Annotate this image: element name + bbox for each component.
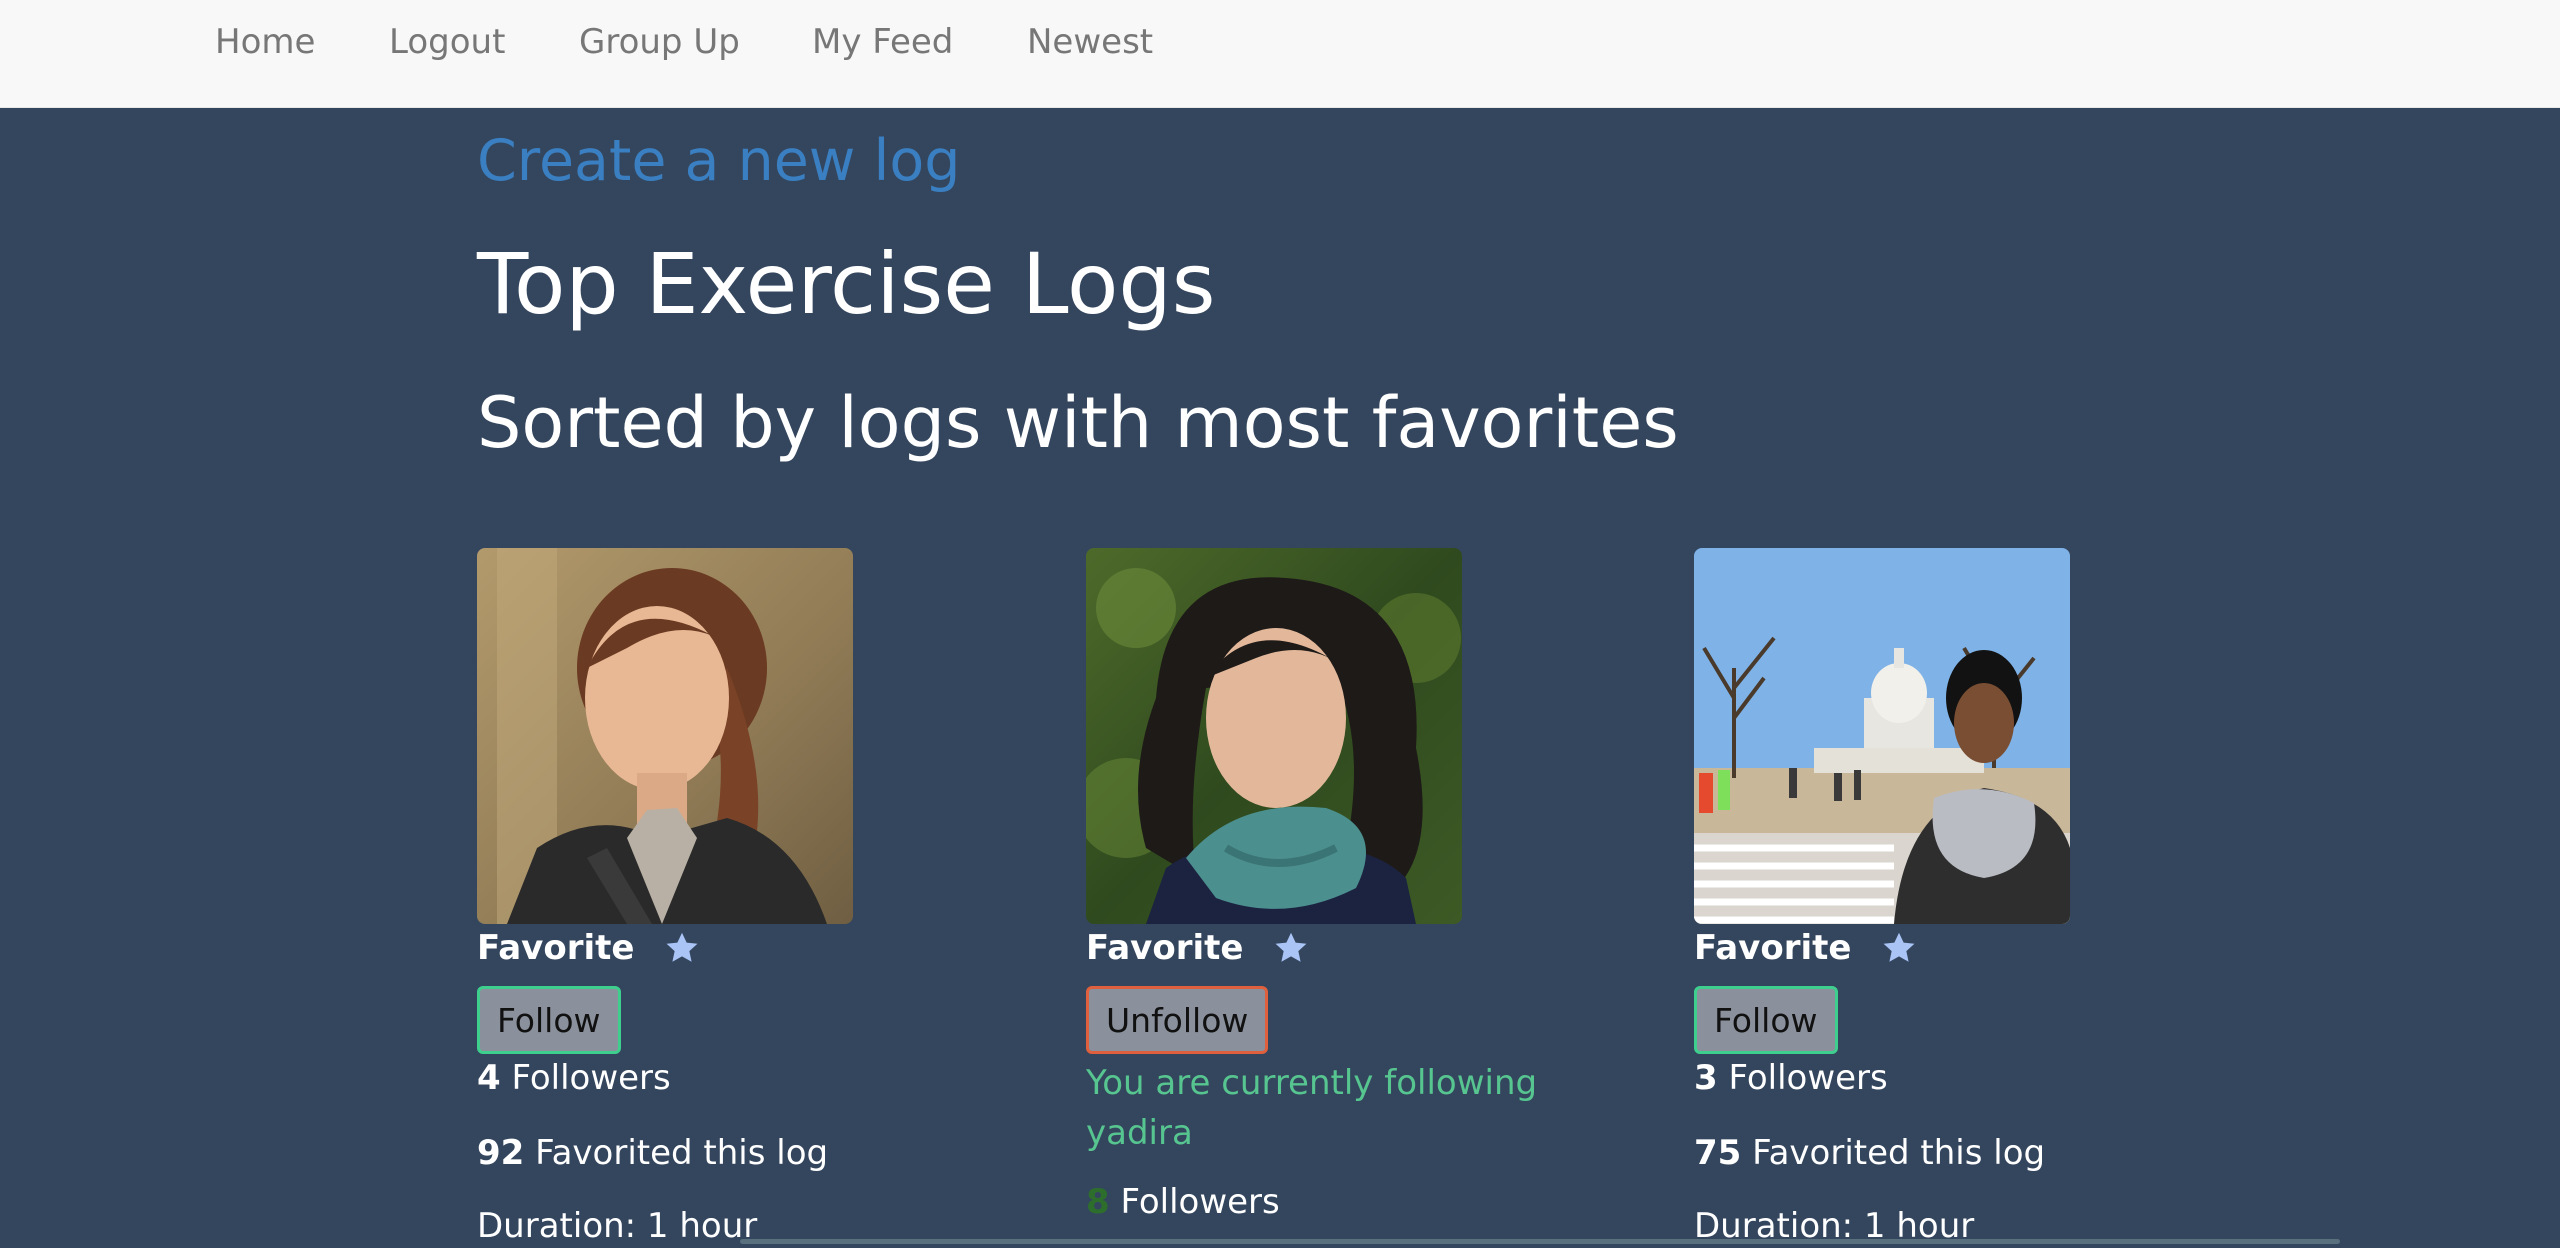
nav-home-link[interactable]: Home	[215, 22, 315, 62]
favorited-count: 75 Favorited this log	[1694, 1133, 2045, 1173]
user-photo	[1086, 548, 1462, 924]
favorited-label: Favorited this log	[535, 1133, 829, 1173]
page-subtitle: Sorted by logs with most favorites	[477, 382, 1679, 464]
favorite-label: Favorite	[477, 928, 635, 968]
favorite-row: Favorite	[1086, 928, 1309, 978]
favorite-label: Favorite	[1086, 928, 1244, 968]
horizontal-scrollbar[interactable]	[740, 1239, 2340, 1244]
following-status-message: You are currently following yadira	[1086, 1063, 1538, 1153]
top-navbar: Home Logout Group Up My Feed Newest	[0, 0, 2560, 108]
star-icon[interactable]	[664, 930, 700, 966]
favorited-number: 92	[477, 1133, 525, 1173]
log-card: Favorite Follow 3 Followers 75 Favorited…	[1694, 548, 2194, 1248]
favorite-row: Favorite	[477, 928, 700, 978]
followers-count: 3 Followers	[1694, 1058, 1888, 1098]
star-icon[interactable]	[1273, 930, 1309, 966]
follow-button[interactable]: Follow	[1694, 986, 1838, 1054]
followers-number: 3	[1694, 1058, 1718, 1098]
unfollow-button[interactable]: Unfollow	[1086, 986, 1269, 1054]
follow-button[interactable]: Follow	[477, 986, 621, 1054]
nav-newest-link[interactable]: Newest	[1027, 22, 1153, 62]
star-icon[interactable]	[1881, 930, 1917, 966]
favorited-count: 92 Favorited this log	[477, 1133, 828, 1173]
duration-text: Duration: 1 hour	[477, 1206, 758, 1246]
create-new-log-link[interactable]: Create a new log	[477, 128, 960, 194]
nav-logout-link[interactable]: Logout	[389, 22, 505, 62]
followers-label: Followers	[1728, 1058, 1888, 1098]
followers-number: 8	[1086, 1182, 1110, 1222]
user-photo	[1694, 548, 2070, 924]
log-card: Favorite Follow 4 Followers 92 Favorited…	[477, 548, 977, 1248]
favorite-label: Favorite	[1694, 928, 1852, 968]
followers-label: Followers	[1120, 1182, 1280, 1222]
log-card: Favorite Unfollow You are currently foll…	[1086, 548, 1586, 1248]
favorited-label: Favorited this log	[1752, 1133, 2046, 1173]
favorite-row: Favorite	[1694, 928, 1917, 978]
nav-group-up-link[interactable]: Group Up	[579, 22, 740, 62]
followers-count: 8 Followers	[1086, 1182, 1280, 1222]
followers-count: 4 Followers	[477, 1058, 671, 1098]
user-photo	[477, 548, 853, 924]
followers-label: Followers	[511, 1058, 671, 1098]
followers-number: 4	[477, 1058, 501, 1098]
favorited-number: 75	[1694, 1133, 1742, 1173]
nav-my-feed-link[interactable]: My Feed	[812, 22, 953, 62]
page-title: Top Exercise Logs	[477, 235, 1216, 333]
